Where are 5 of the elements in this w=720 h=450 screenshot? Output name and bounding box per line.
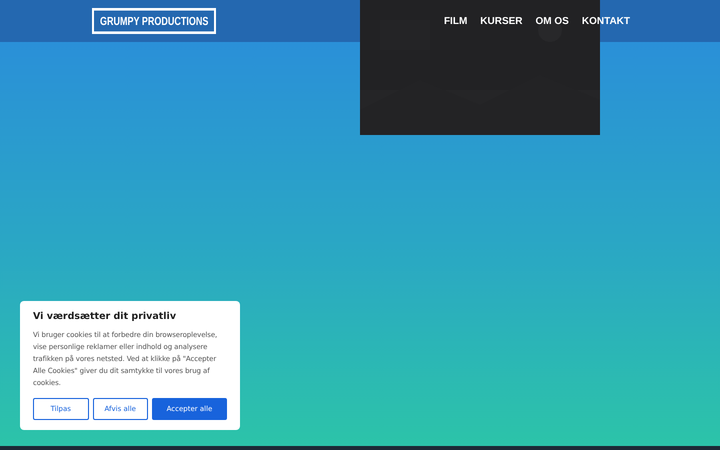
banner-title: Vi værdsætter dit privatliv [33,311,178,322]
nav-link[interactable]: OM OS [536,16,569,26]
nav-link[interactable]: KURSER [480,16,523,26]
nav-link[interactable]: FILM [444,16,468,26]
logo[interactable]: GRUMPY PRODUCTIONS [92,8,216,34]
